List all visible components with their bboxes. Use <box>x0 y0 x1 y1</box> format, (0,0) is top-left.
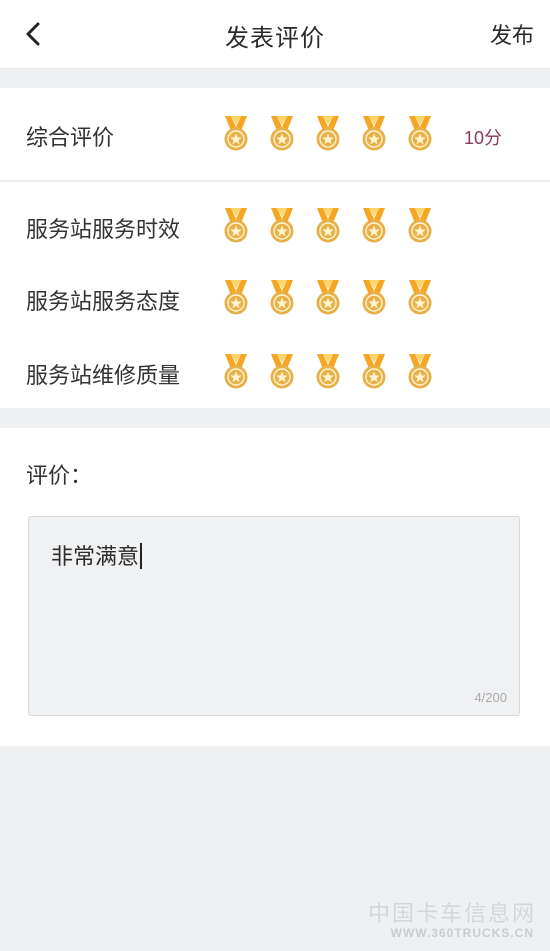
watermark-url: WWW.360TRUCKS.CN <box>390 926 534 940</box>
overall-rating-label: 综合评价 <box>26 125 115 150</box>
detail-medal-group[interactable] <box>218 352 438 390</box>
overall-score: 10分 <box>464 128 503 148</box>
detail-rating-row: 服务站维修质量 <box>0 350 550 390</box>
medal-icon[interactable] <box>218 352 254 390</box>
detail-medal-group[interactable] <box>218 206 438 244</box>
detail-rating-card: 服务站服务时效 服务站服务态度 服务站维修质量 <box>0 182 550 408</box>
review-label: 评价： <box>26 463 93 488</box>
medal-icon[interactable] <box>218 114 254 152</box>
review-text: 非常满意 <box>51 544 140 569</box>
medal-icon[interactable] <box>402 352 438 390</box>
detail-medal-group[interactable] <box>218 278 438 316</box>
medal-icon[interactable] <box>402 278 438 316</box>
medal-icon[interactable] <box>264 114 300 152</box>
medal-icon[interactable] <box>264 206 300 244</box>
review-textarea[interactable]: 非常满意 4/200 <box>28 516 520 716</box>
overall-rating-card: 综合评价 10分 <box>0 88 550 180</box>
text-cursor <box>140 543 143 569</box>
medal-icon[interactable] <box>356 278 392 316</box>
detail-rating-row: 服务站服务态度 <box>0 276 550 316</box>
overall-rating-row: 综合评价 10分 <box>0 112 550 152</box>
detail-rating-label: 服务站服务态度 <box>26 289 181 314</box>
medal-icon[interactable] <box>402 114 438 152</box>
review-card: 评价： 非常满意 4/200 <box>0 428 550 746</box>
character-counter: 4/200 <box>474 690 507 705</box>
detail-rating-label: 服务站维修质量 <box>26 363 181 388</box>
detail-rating-row: 服务站服务时效 <box>0 204 550 244</box>
overall-medal-group[interactable] <box>218 114 438 152</box>
medal-icon[interactable] <box>310 114 346 152</box>
medal-icon[interactable] <box>310 352 346 390</box>
page-title: 发表评价 <box>225 25 325 52</box>
detail-rating-label: 服务站服务时效 <box>26 217 181 242</box>
medal-icon[interactable] <box>264 352 300 390</box>
medal-icon[interactable] <box>310 206 346 244</box>
medal-icon[interactable] <box>402 206 438 244</box>
publish-button[interactable]: 发布 <box>490 18 534 50</box>
medal-icon[interactable] <box>356 206 392 244</box>
medal-icon[interactable] <box>310 278 346 316</box>
medal-icon[interactable] <box>218 278 254 316</box>
watermark-text: 中国卡车信息网 <box>367 901 536 926</box>
top-bar: 发表评价 发布 <box>0 0 550 69</box>
medal-icon[interactable] <box>264 278 300 316</box>
medal-icon[interactable] <box>218 206 254 244</box>
medal-icon[interactable] <box>356 114 392 152</box>
medal-icon[interactable] <box>356 352 392 390</box>
